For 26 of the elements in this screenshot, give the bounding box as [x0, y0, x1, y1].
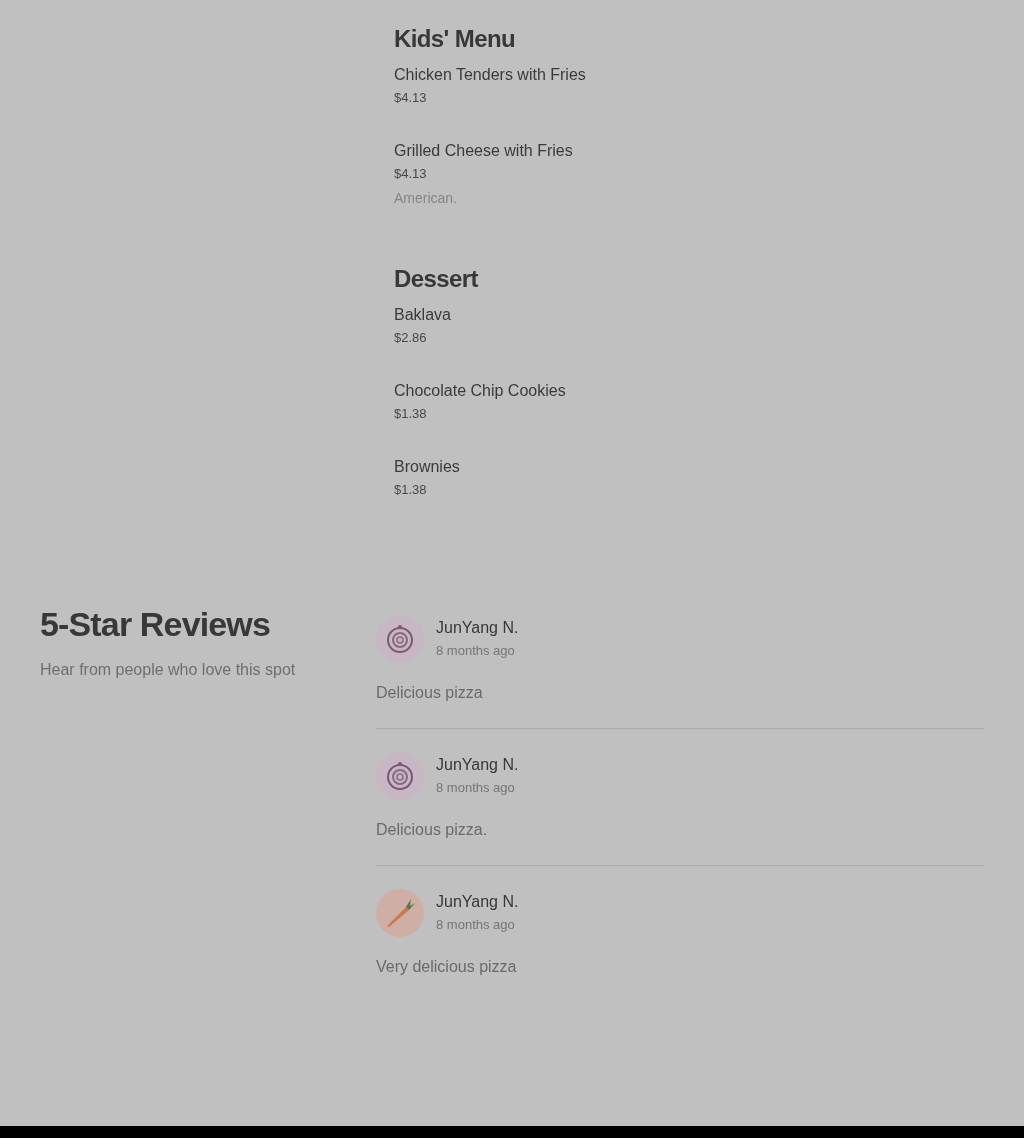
menu-item-name[interactable]: Chocolate Chip Cookies: [394, 380, 566, 402]
menu-item-price: $4.13: [394, 89, 427, 107]
menu-item-price: $4.13: [394, 165, 427, 183]
review-text: Very delicious pizza: [376, 957, 517, 977]
menu-item-name[interactable]: Chicken Tenders with Fries: [394, 64, 586, 86]
menu-item-name[interactable]: Baklava: [394, 304, 451, 326]
menu-item-price: $1.38: [394, 481, 427, 499]
review-time: 8 months ago: [436, 916, 515, 934]
reviews-heading: 5-Star Reviews: [40, 604, 270, 645]
reviewer-name: JunYang N.: [436, 618, 519, 638]
menu-item-price: $2.86: [394, 329, 427, 347]
review-time: 8 months ago: [436, 642, 515, 660]
menu-item-description: American.: [394, 189, 458, 208]
review-text: Delicious pizza.: [376, 820, 488, 840]
rings-icon: [385, 624, 415, 654]
review-text: Delicious pizza: [376, 683, 483, 703]
section-heading: Kids' Menu: [394, 24, 516, 54]
rings-icon: [385, 761, 415, 791]
section-heading: Dessert: [394, 264, 478, 294]
reviews-subtitle: Hear from people who love this spot: [40, 660, 296, 680]
menu-item-price: $1.38: [394, 405, 427, 423]
review-time: 8 months ago: [436, 779, 515, 797]
menu-item-name[interactable]: Brownies: [394, 456, 460, 478]
reviewer-name: JunYang N.: [436, 892, 519, 912]
reviewer-name: JunYang N.: [436, 755, 519, 775]
menu-item-name[interactable]: Grilled Cheese with Fries: [394, 140, 573, 162]
